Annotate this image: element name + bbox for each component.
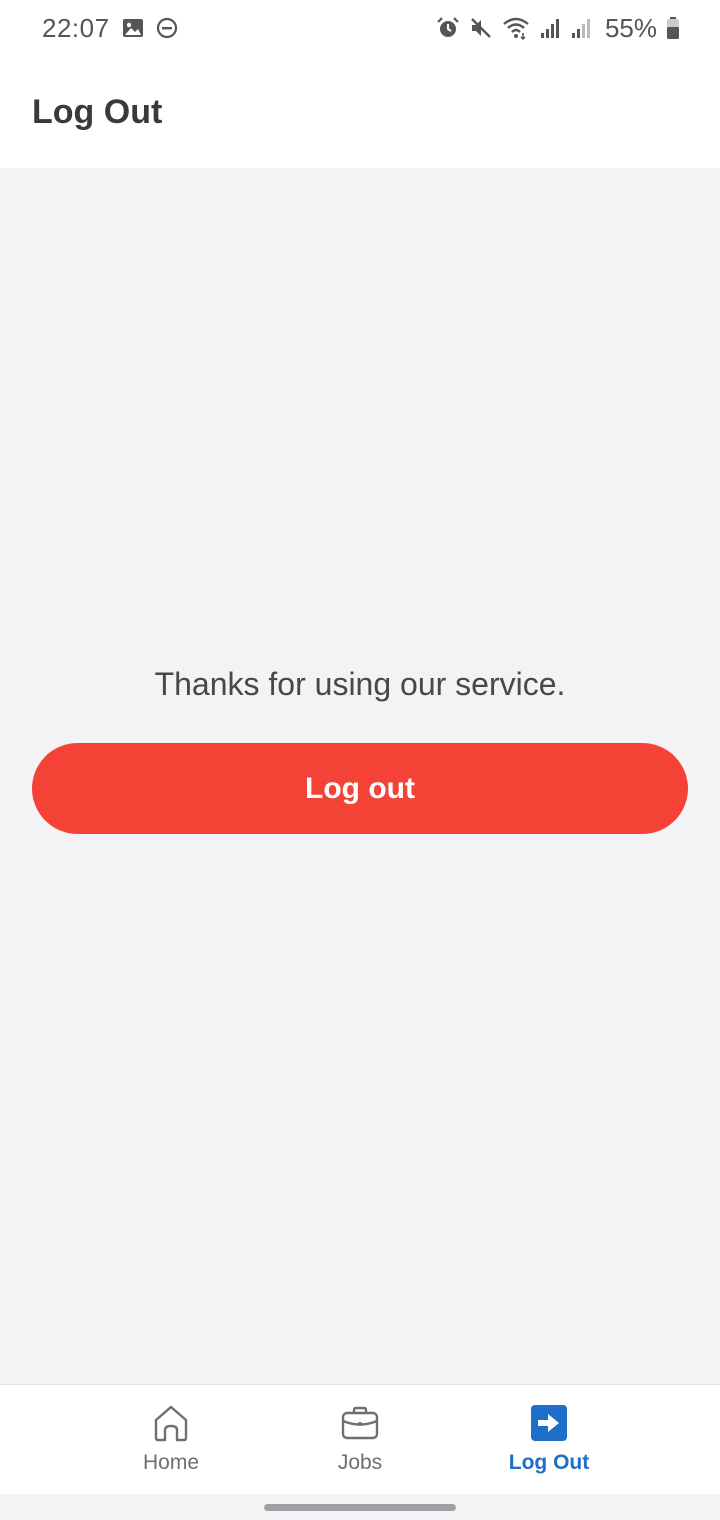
signal-icon-2 — [570, 17, 592, 39]
home-icon — [152, 1403, 190, 1443]
battery-percent: 55% — [604, 12, 657, 43]
alarm-icon — [436, 16, 460, 40]
battery-icon — [666, 16, 680, 40]
tab-logout[interactable]: Log Out — [479, 1403, 619, 1475]
gesture-nav-area — [0, 1494, 720, 1520]
tab-home-label: Home — [142, 1451, 200, 1474]
page-title: Log Out — [32, 92, 163, 131]
logout-button[interactable]: Log out — [32, 743, 688, 834]
thanks-message: Thanks for using our service. — [154, 666, 566, 702]
status-time: 22:07 — [42, 12, 110, 43]
status-bar-right: 55% — [436, 13, 680, 44]
mute-icon — [469, 16, 493, 40]
image-icon — [122, 17, 144, 39]
tab-jobs[interactable]: Jobs — [300, 1403, 420, 1475]
wifi-icon — [502, 16, 530, 40]
signal-icon — [539, 17, 561, 39]
app-header: Log Out — [0, 56, 720, 168]
status-bar-left: 22:07 — [42, 13, 178, 44]
tab-home[interactable]: Home — [111, 1403, 231, 1475]
gesture-handle[interactable] — [264, 1504, 456, 1511]
tab-jobs-label: Jobs — [337, 1451, 383, 1474]
do-not-disturb-icon — [156, 17, 178, 39]
tab-logout-label: Log Out — [508, 1451, 590, 1474]
briefcase-icon — [340, 1403, 380, 1443]
main-content: Thanks for using our service. Log out — [0, 168, 720, 1384]
status-bar: 22:07 55% — [0, 0, 720, 56]
logout-arrow-icon — [529, 1403, 569, 1443]
bottom-tab-bar: Home Jobs Log Out — [0, 1384, 720, 1494]
